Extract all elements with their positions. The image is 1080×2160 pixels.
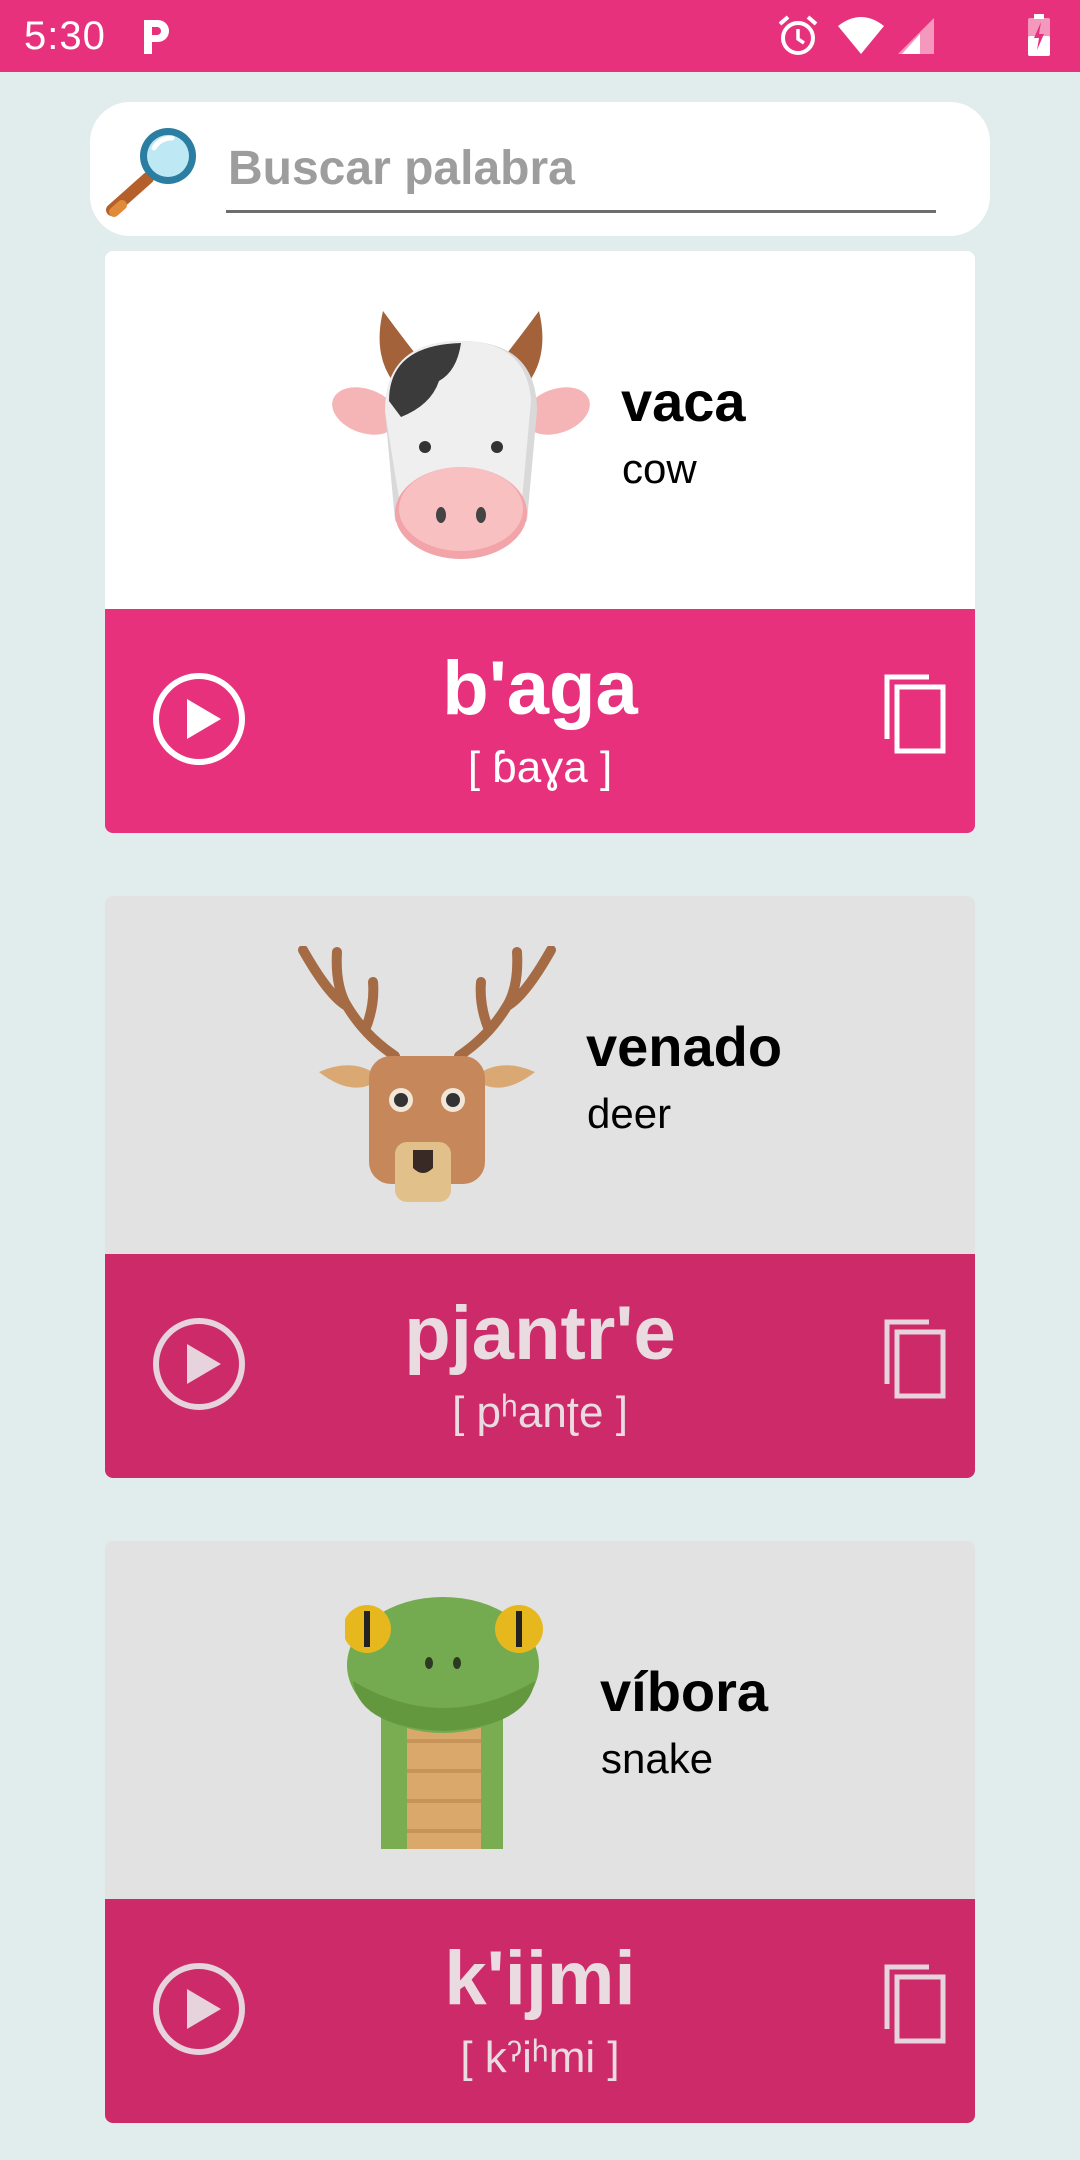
status-bar: 5:30	[0, 0, 1080, 72]
word-card-cow[interactable]: vaca cow b'aga [ ɓaɣa ]	[105, 251, 975, 833]
search-input[interactable]	[226, 132, 936, 213]
magnifier-icon	[106, 128, 196, 217]
search-box	[90, 102, 990, 236]
wifi-icon	[838, 17, 884, 54]
native-word: pjantr'e	[404, 1291, 676, 1376]
english-word: snake	[601, 1735, 714, 1782]
cow-icon	[332, 311, 590, 559]
pronunciation-bar: pjantr'e [ pʰanʈe ]	[105, 1254, 975, 1478]
p-app-icon	[144, 20, 169, 54]
card-header: venado deer	[105, 896, 975, 1254]
native-word: b'aga	[442, 646, 638, 731]
word-card-snake[interactable]: víbora snake k'ijmi [ kˀiʰmi ]	[105, 1541, 975, 2123]
ipa-transcription: [ ɓaɣa ]	[467, 743, 613, 792]
native-word: k'ijmi	[444, 1936, 636, 2021]
battery-icon	[1028, 14, 1050, 56]
ipa-transcription: [ kˀiʰmi ]	[460, 2033, 620, 2082]
deer-icon	[298, 946, 556, 1202]
word-card-deer[interactable]: venado deer pjantr'e [ pʰanʈe ]	[105, 896, 975, 1478]
card-header: víbora snake	[105, 1541, 975, 1899]
copy-button[interactable]	[883, 673, 947, 755]
status-time: 5:30	[24, 14, 106, 58]
copy-button[interactable]	[883, 1963, 947, 2045]
spanish-word: venado	[586, 1015, 783, 1078]
spanish-word: víbora	[600, 1660, 769, 1723]
snake-icon	[345, 1597, 543, 1849]
pronunciation-bar: k'ijmi [ kˀiʰmi ]	[105, 1899, 975, 2123]
card-header: vaca cow	[105, 251, 975, 609]
spanish-word: vaca	[621, 370, 746, 433]
pronunciation-bar: b'aga [ ɓaɣa ]	[105, 609, 975, 833]
english-word: deer	[587, 1090, 672, 1137]
signal-icon	[898, 18, 934, 54]
english-word: cow	[622, 445, 697, 492]
alarm-icon	[778, 15, 818, 55]
copy-button[interactable]	[883, 1318, 947, 1400]
ipa-transcription: [ pʰanʈe ]	[452, 1388, 628, 1437]
